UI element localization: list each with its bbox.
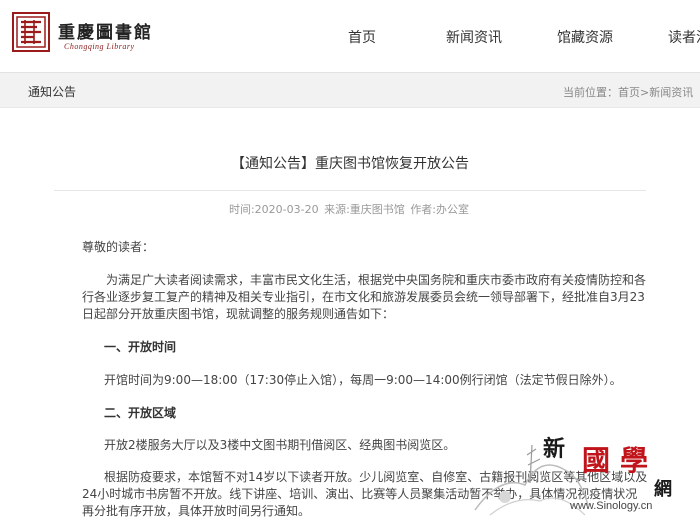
section-title: 通知公告 [28, 85, 77, 99]
section-heading-opening-hours: 一、开放时间 [104, 340, 177, 354]
breadcrumb-home-link[interactable]: 首页 [618, 86, 640, 99]
section-text-open-areas: 开放2楼服务大厅以及3楼中文图书期刊借阅区、经典图书阅览区。 [104, 438, 456, 452]
section-text-restrictions: 根据防疫要求，本馆暂不对14岁以下读者开放。少儿阅览室、自修室、古籍报刊阅览区等… [82, 470, 648, 518]
nav-item-home[interactable]: 首页 [348, 27, 376, 47]
nav-item-collections[interactable]: 馆藏资源 [557, 27, 613, 47]
nav-item-reader-activities[interactable]: 读者活 [668, 27, 700, 47]
article-greeting: 尊敬的读者： [82, 240, 155, 254]
article-time: 时间:2020-03-20 [228, 203, 319, 216]
article-meta: 时间:2020-03-20 来源:重庆图书馆 作者:办公室 [0, 201, 700, 217]
section-text-opening-hours: 开馆时间为9:00—18:00（17:30停止入馆），每周一9:00—14:00… [104, 373, 622, 387]
main-nav: 首页 新闻资讯 馆藏资源 读者活 [0, 27, 700, 47]
article-author: 作者:办公室 [410, 203, 470, 216]
article-title: 【通知公告】重庆图书馆恢复开放公告 [231, 156, 469, 172]
breadcrumb: 当前位置：首页>新闻资讯 [563, 84, 693, 100]
article-intro: 为满足广大读者阅读需求，丰富市民文化生活，根据党中央国务院和重庆市委市政府有关疫… [82, 273, 647, 321]
nav-item-news[interactable]: 新闻资讯 [446, 27, 502, 47]
article-source: 来源:重庆图书馆 [324, 203, 405, 216]
breadcrumb-news-link[interactable]: 新闻资讯 [649, 86, 693, 99]
breadcrumb-separator: > [640, 86, 650, 99]
site-header: 重慶圖書館 Chongqing Library 首页 新闻资讯 馆藏资源 读者活 [0, 0, 700, 72]
breadcrumb-location-label: 当前位置： [563, 86, 618, 99]
title-divider [54, 190, 646, 191]
watermark-char-wang: 網 [654, 479, 672, 500]
section-heading-open-areas: 二、开放区域 [104, 406, 177, 420]
breadcrumb-bar: 通知公告 当前位置：首页>新闻资讯 [0, 72, 700, 108]
